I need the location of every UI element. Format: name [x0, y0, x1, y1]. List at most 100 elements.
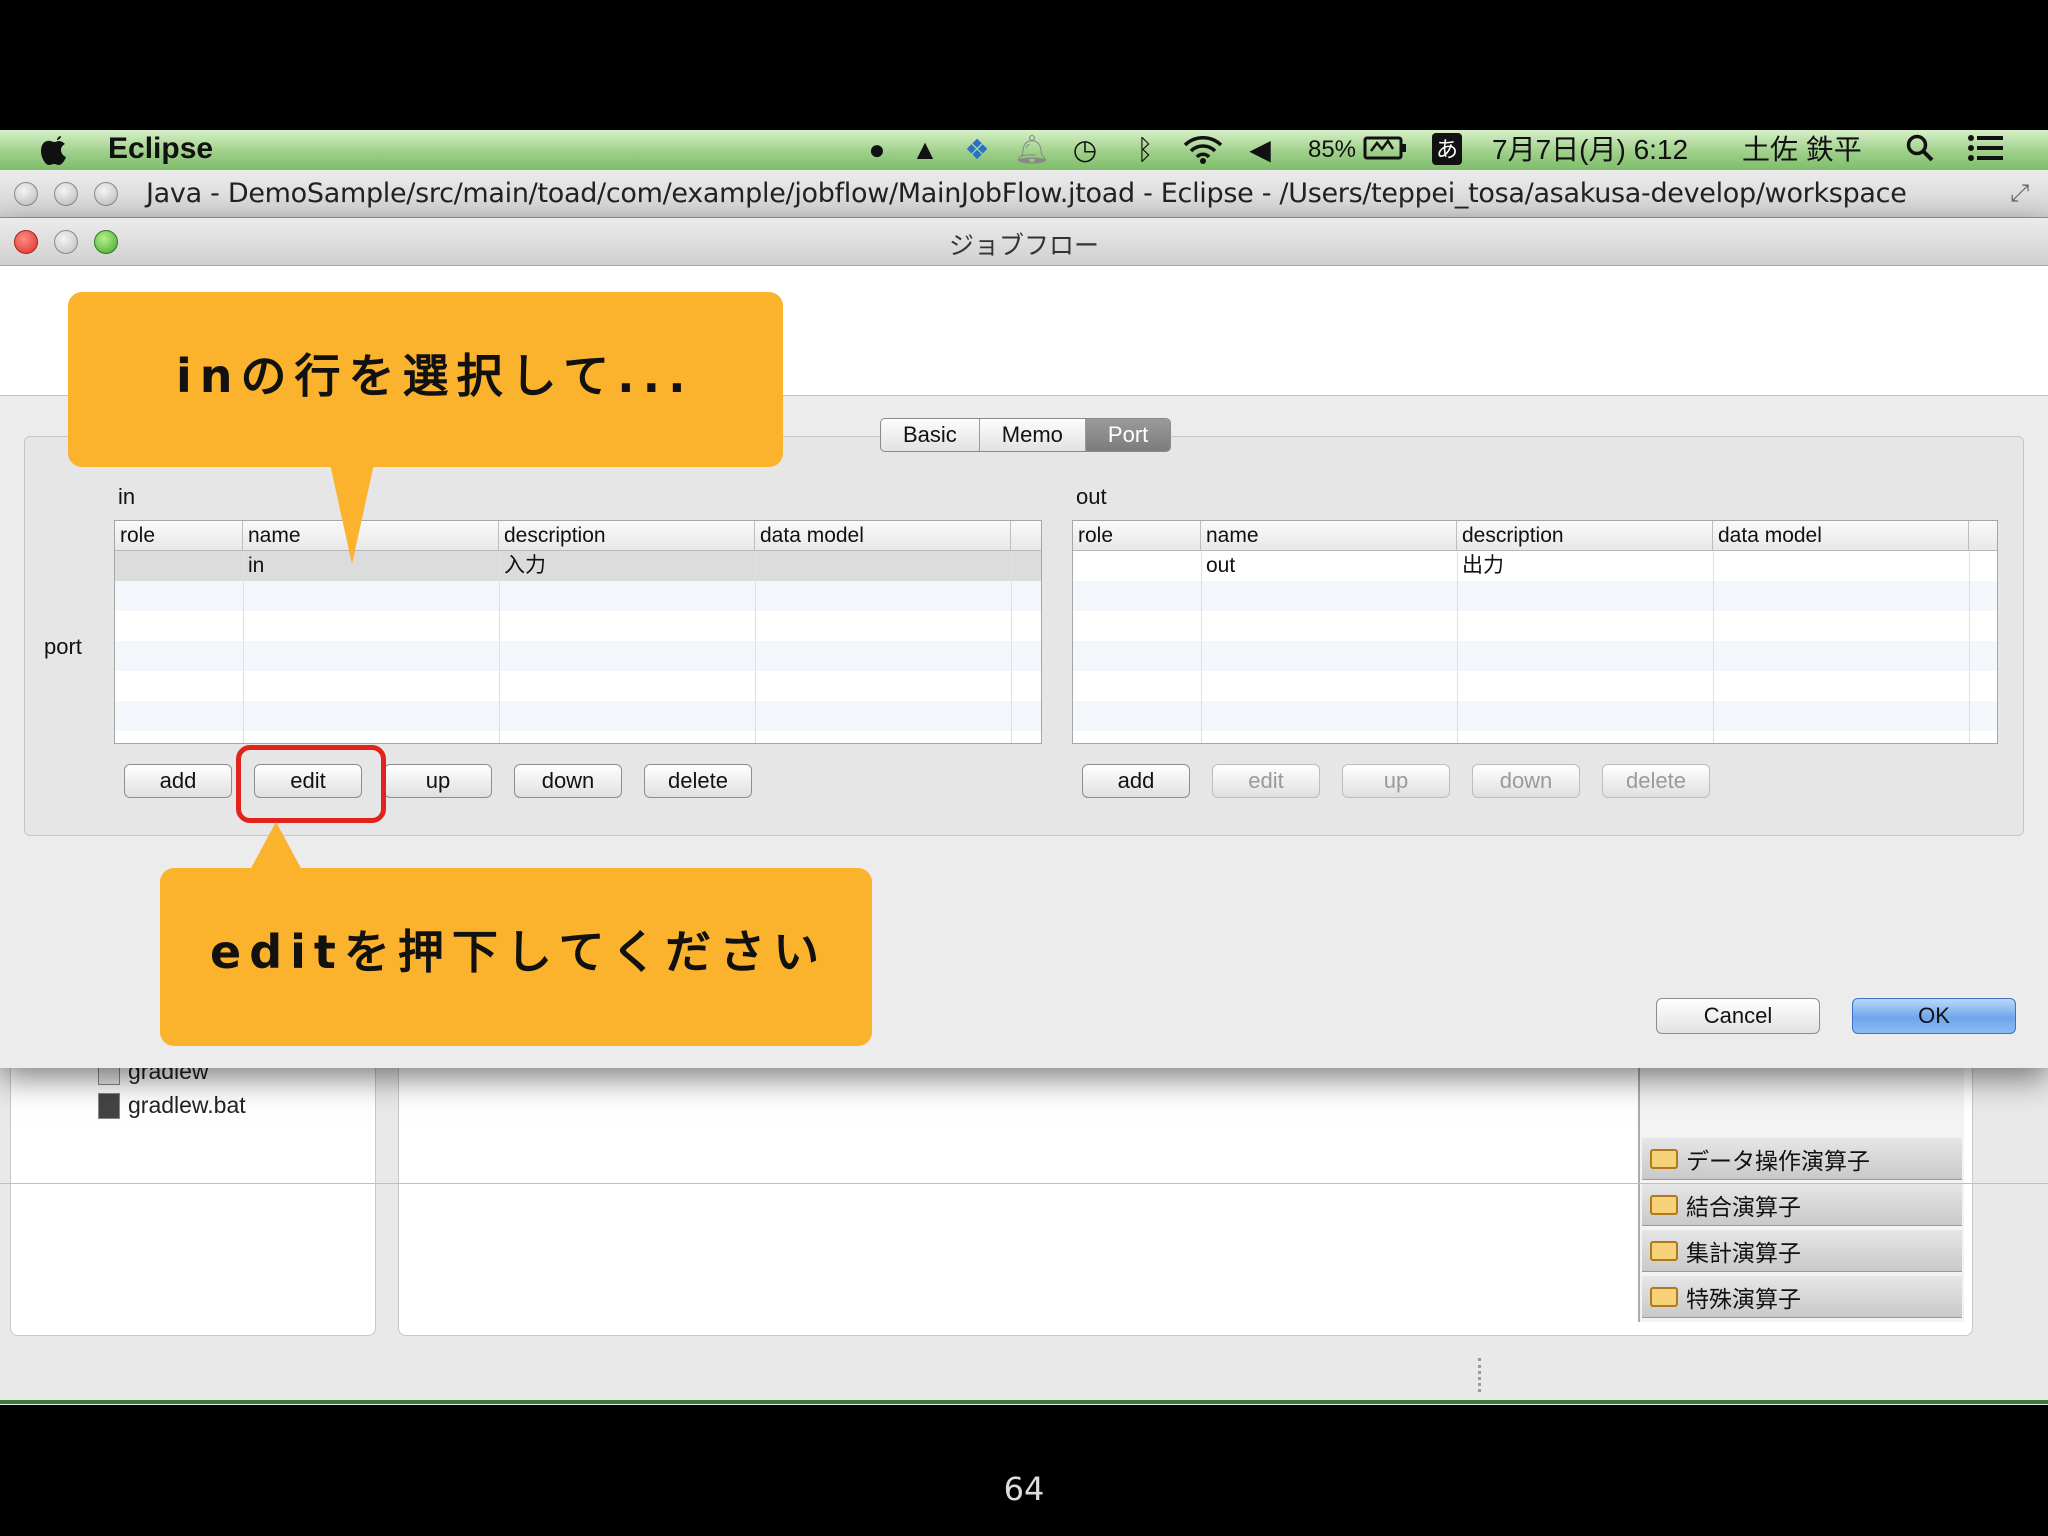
eclipse-window-titlebar: Java - DemoSample/src/main/toad/com/exam… — [0, 170, 2048, 218]
cancel-button[interactable]: Cancel — [1656, 998, 1820, 1034]
empty-row — [1073, 581, 1997, 611]
battery-percent[interactable]: 85% — [1306, 133, 1358, 165]
palette-label: 集計演算子 — [1686, 1239, 1801, 1266]
batch-file-icon — [98, 1092, 120, 1119]
table-row[interactable]: in 入力 — [115, 551, 1041, 581]
file-name: gradlew.bat — [128, 1092, 246, 1118]
bluetooth-icon[interactable]: ᛒ — [1132, 133, 1158, 165]
palette-item-join-ops[interactable]: 結合演算子 — [1642, 1184, 1962, 1226]
time-machine-icon[interactable]: ◷ — [1068, 133, 1102, 165]
datetime[interactable]: 7月7日(月) 6:12 — [1492, 133, 1712, 165]
menu-bar: Eclipse ● ▲ ❖ 🔔︎ ◷ ᛒ ◀ 85% あ 7月7日(月) 6:1… — [0, 130, 2048, 170]
cell-description: 出力 — [1462, 554, 1504, 577]
cell-name: out — [1206, 554, 1236, 577]
palette-label: 特殊演算子 — [1686, 1285, 1801, 1312]
column-divider — [243, 551, 244, 743]
column-header-description[interactable]: description — [499, 521, 755, 551]
evernote-icon[interactable]: ● — [862, 133, 892, 165]
eclipse-window-title: Java - DemoSample/src/main/toad/com/exam… — [146, 178, 1907, 209]
eclipse-minimize-button[interactable] — [54, 182, 78, 206]
dialog-title: ジョブフロー — [948, 232, 1099, 260]
empty-row — [115, 671, 1041, 701]
wifi-icon[interactable] — [1182, 133, 1224, 165]
column-divider — [1713, 551, 1714, 743]
volume-icon[interactable]: ◀ — [1246, 133, 1274, 165]
column-header-description[interactable]: description — [1457, 521, 1713, 551]
empty-row — [115, 701, 1041, 731]
out-up-button[interactable]: up — [1342, 764, 1450, 798]
out-delete-button[interactable]: delete — [1602, 764, 1710, 798]
callout-pointer — [250, 822, 302, 870]
ok-button[interactable]: OK — [1852, 998, 2016, 1034]
dropbox-icon[interactable]: ❖ — [958, 133, 996, 165]
tab-bar: Basic Memo Port — [880, 418, 1172, 452]
notification-center-icon[interactable] — [1966, 133, 2006, 165]
callout-text: inの行を選択して... — [176, 349, 694, 403]
in-down-button[interactable]: down — [514, 764, 622, 798]
column-divider — [1201, 551, 1202, 743]
footer-divider — [0, 1183, 2048, 1184]
in-port-table: role name description data model in 入力 — [114, 520, 1042, 744]
out-down-button[interactable]: down — [1472, 764, 1580, 798]
table-row[interactable]: out 出力 — [1073, 551, 1997, 581]
palette-item-special-ops[interactable]: 特殊演算子 — [1642, 1276, 1962, 1318]
in-add-button[interactable]: add — [124, 764, 232, 798]
input-method-icon[interactable]: あ — [1432, 133, 1462, 165]
column-divider — [499, 551, 500, 743]
column-header-data-model[interactable]: data model — [755, 521, 1011, 551]
empty-row — [115, 611, 1041, 641]
folder-icon — [1650, 1194, 1678, 1215]
port-label: port — [44, 634, 82, 659]
empty-row — [1073, 611, 1997, 641]
folder-icon — [1650, 1286, 1678, 1307]
window-bottom-edge — [0, 1400, 2048, 1404]
callout-pointer — [330, 464, 374, 564]
tab-basic[interactable]: Basic — [881, 419, 980, 451]
callout-select-row: inの行を選択して... — [68, 292, 783, 564]
column-header-data-model[interactable]: data model — [1713, 521, 1969, 551]
tab-port[interactable]: Port — [1085, 419, 1171, 451]
column-header-role[interactable]: role — [1073, 521, 1201, 551]
apple-icon[interactable] — [38, 132, 72, 168]
tab-memo[interactable]: Memo — [980, 419, 1086, 451]
column-header-role[interactable]: role — [115, 521, 243, 551]
fullscreen-icon[interactable]: ⤢ — [2010, 180, 2038, 208]
edit-button-highlight — [236, 745, 386, 823]
palette-label: 結合演算子 — [1686, 1193, 1801, 1220]
column-header-name[interactable]: name — [1201, 521, 1457, 551]
in-up-button[interactable]: up — [384, 764, 492, 798]
in-delete-button[interactable]: delete — [644, 764, 752, 798]
eclipse-close-button[interactable] — [14, 182, 38, 206]
callout-press-edit: editを押下してください — [160, 822, 872, 1046]
file-item[interactable]: gradlew.bat — [98, 1092, 246, 1119]
out-edit-button[interactable]: edit — [1212, 764, 1320, 798]
out-port-table: role name description data model out 出力 — [1072, 520, 1998, 744]
eclipse-zoom-button[interactable] — [94, 182, 118, 206]
out-add-button[interactable]: add — [1082, 764, 1190, 798]
folder-icon — [1650, 1148, 1678, 1169]
user-name[interactable]: 土佐 鉄平 — [1742, 133, 1866, 165]
app-name[interactable]: Eclipse — [108, 132, 213, 166]
empty-row — [1073, 701, 1997, 731]
battery-icon — [1362, 133, 1408, 165]
cell-description: 入力 — [504, 554, 546, 577]
palette-item-aggregate-ops[interactable]: 集計演算子 — [1642, 1230, 1962, 1272]
callout-text: editを押下してください — [210, 925, 828, 979]
column-divider — [1011, 551, 1012, 743]
palette-item-data-ops[interactable]: データ操作演算子 — [1642, 1138, 1962, 1180]
palette-label: データ操作演算子 — [1686, 1147, 1870, 1174]
column-divider — [1457, 551, 1458, 743]
resize-grip[interactable] — [1478, 1358, 1482, 1392]
empty-row — [115, 641, 1041, 671]
bell-icon[interactable]: 🔔︎ — [1014, 133, 1050, 165]
table-header: role name description data model — [115, 521, 1041, 551]
drive-icon[interactable]: ▲ — [908, 133, 942, 165]
empty-row — [115, 581, 1041, 611]
empty-row — [1073, 641, 1997, 671]
folder-icon — [1650, 1240, 1678, 1261]
empty-row — [1073, 671, 1997, 701]
slide-page-number: 64 — [1003, 1470, 1045, 1508]
spotlight-search-icon[interactable] — [1904, 133, 1936, 165]
column-divider — [755, 551, 756, 743]
table-header: role name description data model — [1073, 521, 1997, 551]
